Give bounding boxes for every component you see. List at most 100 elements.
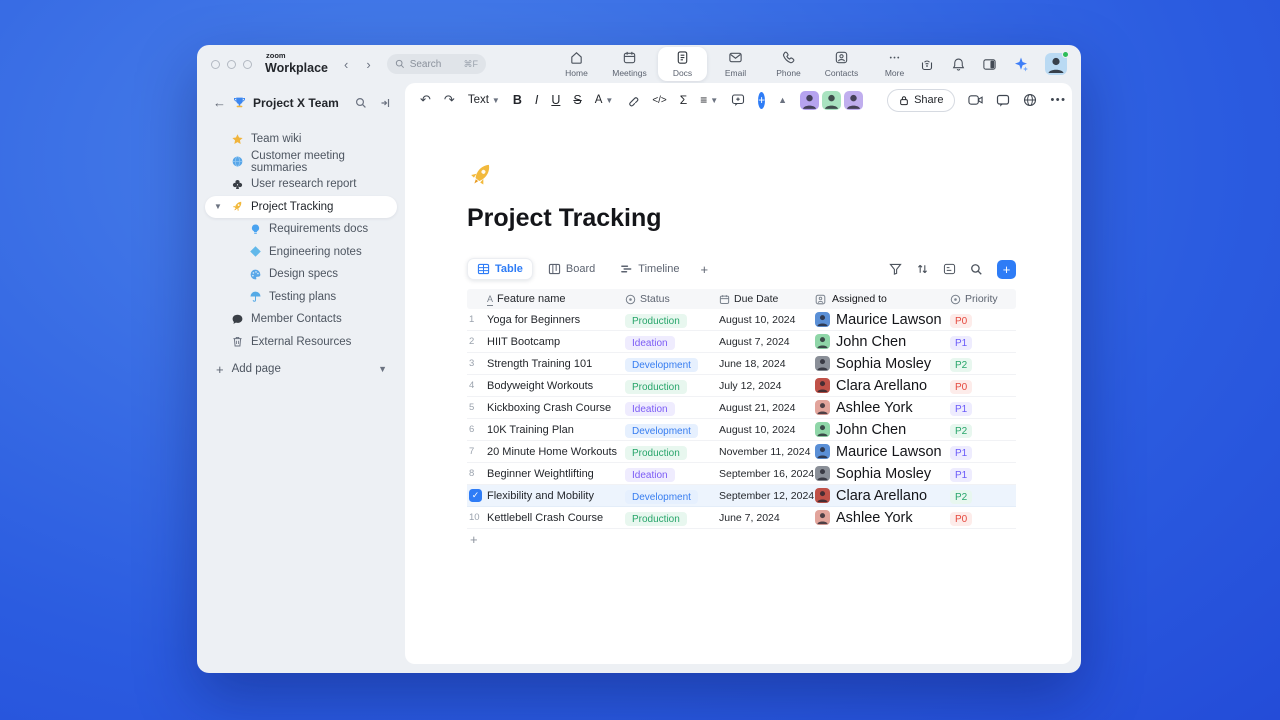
- nav-tab-contacts[interactable]: Contacts: [817, 47, 866, 81]
- feature-name-cell[interactable]: Bodyweight Workouts: [487, 380, 625, 392]
- search-input[interactable]: Search ⌘F: [386, 54, 486, 74]
- sidebar-item-customer-meeting-summaries[interactable]: Customer meeting summaries: [205, 150, 397, 174]
- code-button[interactable]: </>: [652, 95, 666, 106]
- priority-cell[interactable]: P1: [950, 333, 1016, 351]
- due-date-cell[interactable]: July 12, 2024: [719, 380, 815, 392]
- globe-icon[interactable]: [1023, 93, 1037, 107]
- more-options-icon[interactable]: •••: [1050, 94, 1066, 106]
- nav-tab-meetings[interactable]: Meetings: [605, 47, 654, 81]
- status-cell[interactable]: Ideation: [625, 333, 719, 351]
- due-date-cell[interactable]: August 21, 2024: [719, 402, 815, 414]
- sidebar-item-design-specs[interactable]: Design specs: [205, 263, 397, 286]
- table-row[interactable]: 1 Yoga for Beginners Production August 10, …: [467, 309, 1016, 331]
- align-dropdown[interactable]: ≡ ▼: [700, 93, 718, 107]
- table-row[interactable]: 2 HIIT Bootcamp Ideation August 7, 2024 John…: [467, 331, 1016, 353]
- assignee-cell[interactable]: Ashlee York: [815, 400, 950, 416]
- assignee-cell[interactable]: Sophia Mosley: [815, 356, 950, 372]
- chevron-down-icon[interactable]: ▼: [378, 364, 387, 374]
- sidebar-item-user-research-report[interactable]: User research report: [205, 173, 397, 196]
- priority-cell[interactable]: P0: [950, 377, 1016, 395]
- workspace-title[interactable]: Project X Team: [253, 96, 339, 110]
- priority-cell[interactable]: P2: [950, 487, 1016, 505]
- chevron-down-icon[interactable]: ▼: [214, 202, 222, 211]
- assignee-cell[interactable]: Sophia Mosley: [815, 466, 950, 482]
- undo-icon[interactable]: ↶: [420, 92, 431, 108]
- filter-icon[interactable]: [889, 263, 902, 275]
- assignee-cell[interactable]: Clara Arellano: [815, 488, 950, 504]
- underline-button[interactable]: U: [551, 93, 560, 107]
- bold-button[interactable]: B: [513, 93, 522, 107]
- row-number[interactable]: 6: [467, 424, 487, 435]
- collaborator-3-avatar[interactable]: [844, 90, 864, 110]
- redo-icon[interactable]: ↷: [444, 92, 455, 108]
- assignee-cell[interactable]: John Chen: [815, 422, 950, 438]
- italic-button[interactable]: I: [535, 93, 538, 107]
- feature-name-cell[interactable]: Yoga for Beginners: [487, 314, 625, 326]
- assignee-cell[interactable]: Maurice Lawson: [815, 444, 950, 460]
- sidebar-item-external-resources[interactable]: External Resources: [205, 331, 397, 354]
- table-row[interactable]: 7 20 Minute Home Workouts Production Novemb…: [467, 441, 1016, 463]
- feature-name-cell[interactable]: Kettlebell Crash Course: [487, 512, 625, 524]
- feature-name-cell[interactable]: Flexibility and Mobility: [487, 490, 625, 502]
- user-avatar[interactable]: [1045, 51, 1069, 75]
- font-color-dropdown[interactable]: A ▼: [595, 94, 614, 106]
- ai-companion-icon[interactable]: [1013, 56, 1029, 72]
- page-title[interactable]: Project Tracking: [467, 204, 1072, 233]
- table-row[interactable]: 3 Strength Training 101 Development June 18…: [467, 353, 1016, 375]
- row-number[interactable]: 4: [467, 380, 487, 391]
- status-cell[interactable]: Development: [625, 421, 719, 439]
- collapse-toolbar-icon[interactable]: ▲: [778, 95, 787, 105]
- sidebar-back-icon[interactable]: ←: [213, 95, 226, 110]
- sidebar-item-project-tracking[interactable]: ▼ Project Tracking: [205, 195, 397, 218]
- status-cell[interactable]: Production: [625, 311, 719, 329]
- row-number[interactable]: 2: [467, 336, 487, 347]
- table-row[interactable]: 4 Bodyweight Workouts Production July 12, 2…: [467, 375, 1016, 397]
- strikethrough-button[interactable]: S: [573, 93, 581, 107]
- view-tab-board[interactable]: Board: [538, 258, 605, 280]
- notifications-bell-icon[interactable]: [951, 57, 966, 72]
- feature-name-cell[interactable]: 20 Minute Home Workouts: [487, 446, 625, 458]
- assignee-cell[interactable]: Maurice Lawson: [815, 312, 950, 328]
- column-header-feature-name[interactable]: A Feature name: [487, 293, 625, 306]
- add-row-button[interactable]: +: [467, 529, 1016, 550]
- status-cell[interactable]: Production: [625, 443, 719, 461]
- feature-name-cell[interactable]: HIIT Bootcamp: [487, 336, 625, 348]
- add-view-button[interactable]: +: [694, 262, 714, 277]
- comment-icon[interactable]: [731, 93, 745, 107]
- sidebar-search-icon[interactable]: [355, 97, 367, 109]
- table-row[interactable]: 6 10K Training Plan Development August 10, …: [467, 419, 1016, 441]
- due-date-cell[interactable]: September 16, 2024: [719, 468, 815, 480]
- row-number[interactable]: 8: [467, 468, 487, 479]
- maximize-window-icon[interactable]: [243, 59, 252, 69]
- view-tab-timeline[interactable]: Timeline: [610, 258, 689, 280]
- nav-tab-home[interactable]: Home: [552, 47, 601, 81]
- table-row[interactable]: 10 Kettlebell Crash Course Production June …: [467, 507, 1016, 529]
- minimize-window-icon[interactable]: [227, 59, 236, 69]
- priority-cell[interactable]: P1: [950, 399, 1016, 417]
- priority-cell[interactable]: P1: [950, 443, 1016, 461]
- sidebar-item-testing-plans[interactable]: Testing plans: [205, 286, 397, 309]
- window-controls[interactable]: [211, 59, 252, 69]
- status-cell[interactable]: Ideation: [625, 465, 719, 483]
- row-number[interactable]: 3: [467, 358, 487, 369]
- link-icon[interactable]: [626, 94, 639, 107]
- feature-name-cell[interactable]: Kickboxing Crash Course: [487, 402, 625, 414]
- row-number[interactable]: 5: [467, 402, 487, 413]
- view-tab-table[interactable]: Table: [467, 258, 533, 280]
- sidebar-item-engineering-notes[interactable]: Engineering notes: [205, 241, 397, 264]
- due-date-cell[interactable]: August 10, 2024: [719, 424, 815, 436]
- formula-button[interactable]: Σ: [680, 93, 687, 107]
- column-header-assigned-to[interactable]: Assigned to: [815, 293, 950, 305]
- video-call-icon[interactable]: [968, 94, 984, 106]
- due-date-cell[interactable]: August 7, 2024: [719, 336, 815, 348]
- history-icon[interactable]: [919, 56, 935, 72]
- status-cell[interactable]: Development: [625, 487, 719, 505]
- priority-cell[interactable]: P2: [950, 355, 1016, 373]
- row-number[interactable]: 10: [467, 512, 487, 523]
- insert-block-button[interactable]: +: [758, 91, 766, 109]
- table-row[interactable]: ✓ Flexibility and Mobility Development Sept…: [467, 485, 1016, 507]
- close-window-icon[interactable]: [211, 59, 220, 69]
- nav-tab-email[interactable]: Email: [711, 47, 760, 81]
- status-cell[interactable]: Ideation: [625, 399, 719, 417]
- column-header-due-date[interactable]: Due Date: [719, 293, 815, 305]
